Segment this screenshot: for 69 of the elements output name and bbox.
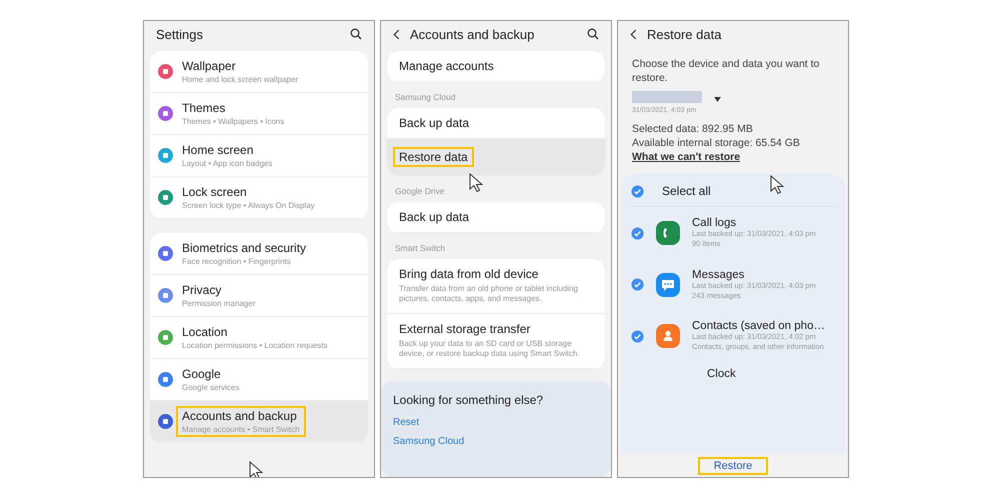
item-title: Themes <box>182 101 226 115</box>
back-icon[interactable] <box>393 28 400 40</box>
cursor-icon <box>249 461 263 477</box>
search-icon[interactable] <box>587 28 599 40</box>
item-subtitle: Location permissions • Location requests <box>182 341 328 350</box>
section-header: Smart Switch <box>395 243 446 253</box>
settings-item[interactable]: Home screen Layout • App icon badges <box>150 135 368 177</box>
item-title: Biometrics and security <box>182 241 306 255</box>
suggestions-title: Looking for something else? <box>393 392 544 407</box>
settings-item[interactable]: Lock screen Screen lock type • Always On Display <box>150 177 368 219</box>
restore-button[interactable]: Restore <box>698 457 768 475</box>
item-title: External storage transfer <box>399 322 532 336</box>
item-subtitle: Manage accounts • Smart Switch <box>182 425 300 434</box>
item-title: Messages <box>692 268 746 281</box>
settings-item[interactable]: Themes Themes • Wallpapers • Icons <box>150 93 368 135</box>
description-text: Choose the device and data you want to restore. <box>632 57 820 86</box>
info-link[interactable]: What we can't restore <box>632 150 740 164</box>
settings-item[interactable]: Location Location permissions • Location requests <box>150 317 368 359</box>
item-title: Location <box>182 325 228 339</box>
item-title: Accounts and backup <box>182 409 298 423</box>
item-subtitle: Themes • Wallpapers • Icons <box>182 117 284 126</box>
item-title: Contacts (saved on pho… <box>692 320 825 332</box>
checkbox[interactable] <box>631 226 644 240</box>
item-title: Call logs <box>692 217 738 230</box>
settings-item[interactable]: Biometrics and security Face recognition • Fingerprints <box>150 233 368 275</box>
item-title: Bring data from old device <box>399 267 540 281</box>
item-description: Back up your data to an SD card or USB storage device, or restore backup data using Smart Switch. <box>399 338 581 360</box>
screen-title: Settings <box>156 26 204 42</box>
checkbox[interactable] <box>631 330 644 343</box>
dropdown-icon[interactable] <box>714 97 721 102</box>
search-icon[interactable] <box>350 28 362 40</box>
settings-item[interactable]: External storage transfer Back up your data to an SD card or USB storage device, or restore backup data using Smart Switch. <box>387 314 605 369</box>
settings-item[interactable]: Bring data from old device Transfer data from an old phone or tablet including pictures, contacts, apps, and messages. <box>387 259 605 314</box>
cursor-icon <box>469 173 483 193</box>
section-header: Samsung Cloud <box>395 92 456 102</box>
item-title: Back up data <box>399 116 470 130</box>
storage-text: Available internal storage: 65.54 GB <box>632 136 801 150</box>
selected-data-text: Selected data: 892.95 MB <box>632 122 754 136</box>
item-title: Restore data <box>399 150 468 164</box>
item-title: Clock <box>707 368 736 380</box>
checkbox[interactable] <box>631 184 644 198</box>
screen-title: Accounts and backup <box>410 26 536 42</box>
settings-item[interactable]: Back up data <box>387 202 605 233</box>
settings-item[interactable]: Privacy Permission manager <box>150 275 368 317</box>
item-subtitle: Face recognition • Fingerprints <box>182 257 292 266</box>
back-icon[interactable] <box>630 28 637 40</box>
item-title: Home screen <box>182 143 254 157</box>
item-title: Wallpaper <box>182 59 237 73</box>
item-title: Manage accounts <box>399 59 495 73</box>
item-subtitle: Screen lock type • Always On Display <box>182 201 315 210</box>
settings-item[interactable]: Manage accounts <box>387 51 605 82</box>
item-title: Back up data <box>399 210 470 224</box>
select-all-label: Select all <box>662 184 711 198</box>
item-subtitle: Permission manager <box>182 299 256 308</box>
checkbox[interactable] <box>631 278 644 292</box>
item-title: Privacy <box>182 283 222 297</box>
item-description: Transfer data from an old phone or tablet including pictures, contacts, apps, and messages. <box>399 284 579 305</box>
item-title: Google <box>182 367 222 381</box>
settings-item[interactable]: Wallpaper Home and lock screen wallpaper <box>150 51 368 93</box>
item-subtitle: Home and lock screen wallpaper <box>182 75 298 84</box>
item-subtitle: Google services <box>182 383 240 392</box>
item-subtitle: Layout • App icon badges <box>182 159 272 168</box>
item-title: Lock screen <box>182 185 248 199</box>
redacted-block <box>632 91 702 104</box>
settings-item[interactable]: Accounts and backup Manage accounts • Smart Switch <box>150 401 368 443</box>
screen-title: Restore data <box>647 26 722 42</box>
cursor-icon <box>770 175 784 195</box>
settings-item[interactable]: Restore data <box>387 139 605 176</box>
section-header: Google Drive <box>395 186 445 196</box>
